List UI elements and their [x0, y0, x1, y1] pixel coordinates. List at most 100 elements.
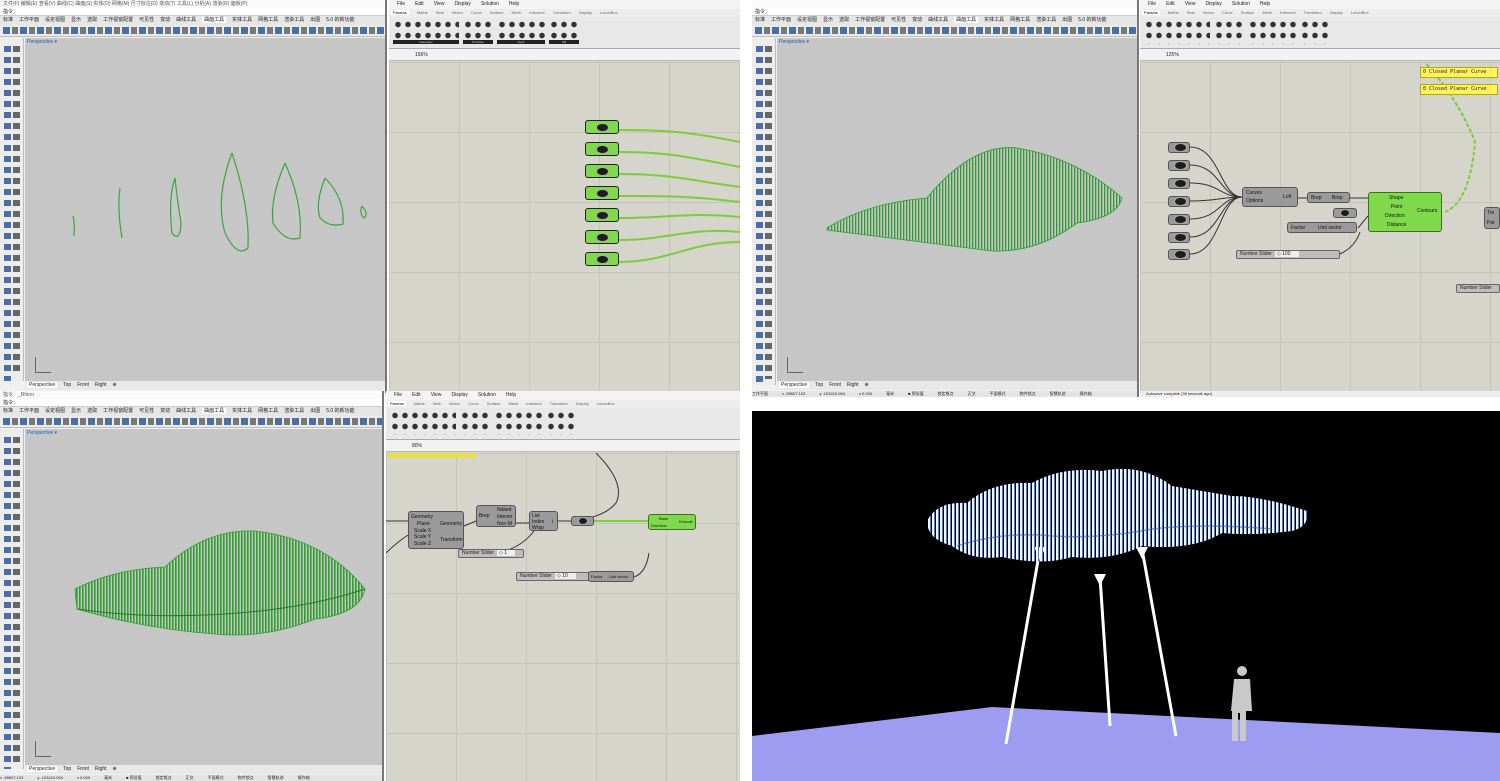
status-planar[interactable]: 平面模式	[990, 391, 1006, 396]
gh-tab-lunchbox[interactable]: LunchBox	[1351, 10, 1369, 15]
tab-curve-tools[interactable]: 曲线工具	[176, 17, 196, 23]
viewport-tabs[interactable]: Perspective Top Front Right ⊕	[25, 381, 385, 390]
tab-curve-tools[interactable]: 曲线工具	[928, 17, 948, 23]
tab-transform[interactable]: 变动	[160, 17, 170, 23]
ribbon-group-geometry[interactable]: Geometry	[393, 19, 459, 44]
brep-edges-component[interactable]: Brep Naked Interior Non-M	[476, 505, 516, 527]
rhino-toolbar-tabs[interactable]: 标准 工作平面 设定视图 显示 选取 工作视窗配置 可见性 变动 曲线工具 曲面工具 实体工具 网格工…	[0, 407, 382, 416]
menu-view[interactable]: View	[1185, 1, 1196, 7]
menu-edit[interactable]: Edit	[415, 1, 424, 7]
unit-vector-component[interactable]: Factor Unit vector	[1287, 222, 1357, 233]
add-viewport-icon[interactable]: ⊕	[113, 382, 117, 388]
brep-output[interactable]: Brep	[1332, 195, 1343, 201]
status-planar[interactable]: 平面模式	[208, 775, 224, 780]
status-cplane[interactable]: 工作平面	[752, 391, 768, 396]
loft-component[interactable]: Curves Options Loft	[1242, 187, 1298, 207]
rhino-toolbar-tabs[interactable]: 标准 工作平面 设定视图 显示 选取 工作视窗配置 可见性 变动 曲线工具 曲面工具 实体工具 网格工…	[752, 16, 1137, 25]
view-tab-front[interactable]: Front	[77, 766, 89, 772]
view-tab-top[interactable]: Top	[63, 766, 71, 772]
scale-input-y[interactable]: Scale Y	[414, 534, 431, 540]
rhino-status-bar[interactable]: 工作平面 x -59607.103 y -103410.054 z 0.000 毫米 ■ …	[752, 391, 1137, 397]
loft-input-options[interactable]: Options	[1246, 198, 1263, 204]
gh-tab-intersect[interactable]: Intersect	[526, 401, 541, 406]
gh-tab-transform[interactable]: Transform	[1304, 10, 1322, 15]
ribbon-group-geometry[interactable]	[1144, 19, 1210, 44]
tab-set-view[interactable]: 设定视图	[45, 17, 65, 23]
zoom-level[interactable]: 80%	[412, 443, 422, 449]
tab-new-in-v5[interactable]: 5.0 的新功能	[326, 408, 354, 414]
perspective-viewport[interactable]: Perspective ▾	[25, 38, 385, 381]
tab-set-view[interactable]: 设定视图	[797, 17, 817, 23]
view-tab-front[interactable]: Front	[829, 382, 841, 388]
scale-input-plane[interactable]: Plane	[417, 521, 430, 527]
contour-input-direction[interactable]: Direction	[1385, 213, 1405, 219]
gh-canvas-toolbar[interactable]: 125%	[1140, 49, 1500, 61]
tab-curve-tools[interactable]: 曲线工具	[176, 408, 196, 414]
rhino-menu-bar[interactable]	[752, 0, 1137, 8]
contour-input-point[interactable]: Point	[1391, 204, 1402, 210]
menu-solution[interactable]: Solution	[1232, 1, 1250, 7]
tab-render-tools[interactable]: 渲染工具	[284, 17, 304, 23]
curve-param-7[interactable]	[585, 252, 619, 266]
tab-visibility[interactable]: 可见性	[139, 408, 154, 414]
gh-tab-params[interactable]: Params	[388, 401, 406, 406]
zoom-level[interactable]: 156%	[415, 52, 428, 58]
curve-param-5[interactable]	[585, 208, 619, 222]
tab-drafting[interactable]: 出图	[1062, 17, 1072, 23]
edges-input-brep[interactable]: Brep	[479, 513, 490, 519]
scale-input-geometry[interactable]: Geometry	[411, 514, 433, 520]
tab-transform[interactable]: 变动	[912, 17, 922, 23]
ribbon-group-primitive[interactable]	[460, 410, 490, 435]
ribbon-group-input[interactable]	[494, 410, 542, 435]
rhino-side-toolbar[interactable]	[0, 38, 24, 381]
unit-input-factor[interactable]: Factor	[591, 574, 602, 579]
add-viewport-icon[interactable]: ⊕	[865, 382, 869, 388]
tab-select[interactable]: 选取	[839, 17, 849, 23]
gh-component-tabs[interactable]: Params Maths Sets Vector Curve Surface Mesh Int…	[389, 9, 740, 17]
slider-value[interactable]: ◇ 10	[554, 573, 576, 579]
slider-value[interactable]: ◇ 100	[1274, 251, 1299, 257]
gh-tab-transform[interactable]: Transform	[550, 401, 568, 406]
view-tab-top[interactable]: Top	[815, 382, 823, 388]
gh-tab-mesh[interactable]: Mesh	[512, 10, 522, 15]
status-gumball[interactable]: 操作轴	[1080, 391, 1092, 396]
status-ortho[interactable]: 正交	[186, 775, 194, 780]
menu-solution[interactable]: Solution	[481, 1, 499, 7]
gh-tab-vector[interactable]: Vector	[1203, 10, 1214, 15]
tab-visibility[interactable]: 可见性	[139, 17, 154, 23]
tab-viewport-layout[interactable]: 工作视窗配置	[103, 408, 133, 414]
edges-output-interior[interactable]: Interior	[497, 514, 513, 520]
tab-drafting[interactable]: 出图	[310, 17, 320, 23]
scale-input-z[interactable]: Scale Z	[414, 541, 431, 547]
gh-tab-sets[interactable]: Sets	[1187, 10, 1195, 15]
curve-param-6[interactable]	[1168, 232, 1190, 243]
ribbon-group-geometry[interactable]	[390, 410, 456, 435]
tab-render-tools[interactable]: 渲染工具	[1036, 17, 1056, 23]
menu-file[interactable]: File	[397, 1, 405, 7]
gh-menu-bar[interactable]: File Edit View Display Solution Help	[389, 0, 740, 9]
tab-solid-tools[interactable]: 实体工具	[984, 17, 1004, 23]
contour-component[interactable]: Shape Point Direction Distance Contours	[1368, 192, 1442, 232]
contour-input-distance[interactable]: Distance	[1387, 222, 1406, 228]
menu-display[interactable]: Display	[451, 392, 467, 398]
gh-canvas-toolbar[interactable]: 156%	[389, 49, 740, 61]
curve-param-5[interactable]	[1168, 214, 1190, 225]
edges-output-naked[interactable]: Naked	[497, 507, 511, 513]
rhino-side-toolbar[interactable]	[752, 38, 776, 385]
brep-param[interactable]: Brep Brep	[1307, 192, 1350, 203]
gh-tab-sets[interactable]: Sets	[433, 401, 441, 406]
tab-cplanes[interactable]: 工作平面	[19, 17, 39, 23]
output-panel-2[interactable]: 0 Closed Planar Curve	[1420, 84, 1498, 95]
status-osnap[interactable]: 物件锁点	[1020, 391, 1036, 396]
rhino-menu-bar[interactable]: 文件(F) 编辑(E) 查看(V) 曲线(C) 曲面(S) 实体(O) 网格(M…	[0, 0, 385, 8]
gh-tab-display[interactable]: Display	[1330, 10, 1343, 15]
tab-select[interactable]: 选取	[87, 408, 97, 414]
menu-display[interactable]: Display	[1205, 1, 1221, 7]
gh-tab-surface[interactable]: Surface	[490, 10, 504, 15]
status-ortho[interactable]: 正交	[968, 391, 976, 396]
tree-component[interactable]: Tre Pat	[1484, 207, 1500, 229]
tab-viewport-layout[interactable]: 工作视窗配置	[855, 17, 885, 23]
gh-canvas[interactable]: 0 Closed Planar Curve 0 Closed Planar Cu…	[1140, 62, 1500, 391]
tab-solid-tools[interactable]: 实体工具	[232, 17, 252, 23]
tab-mesh-tools[interactable]: 网格工具	[1010, 17, 1030, 23]
